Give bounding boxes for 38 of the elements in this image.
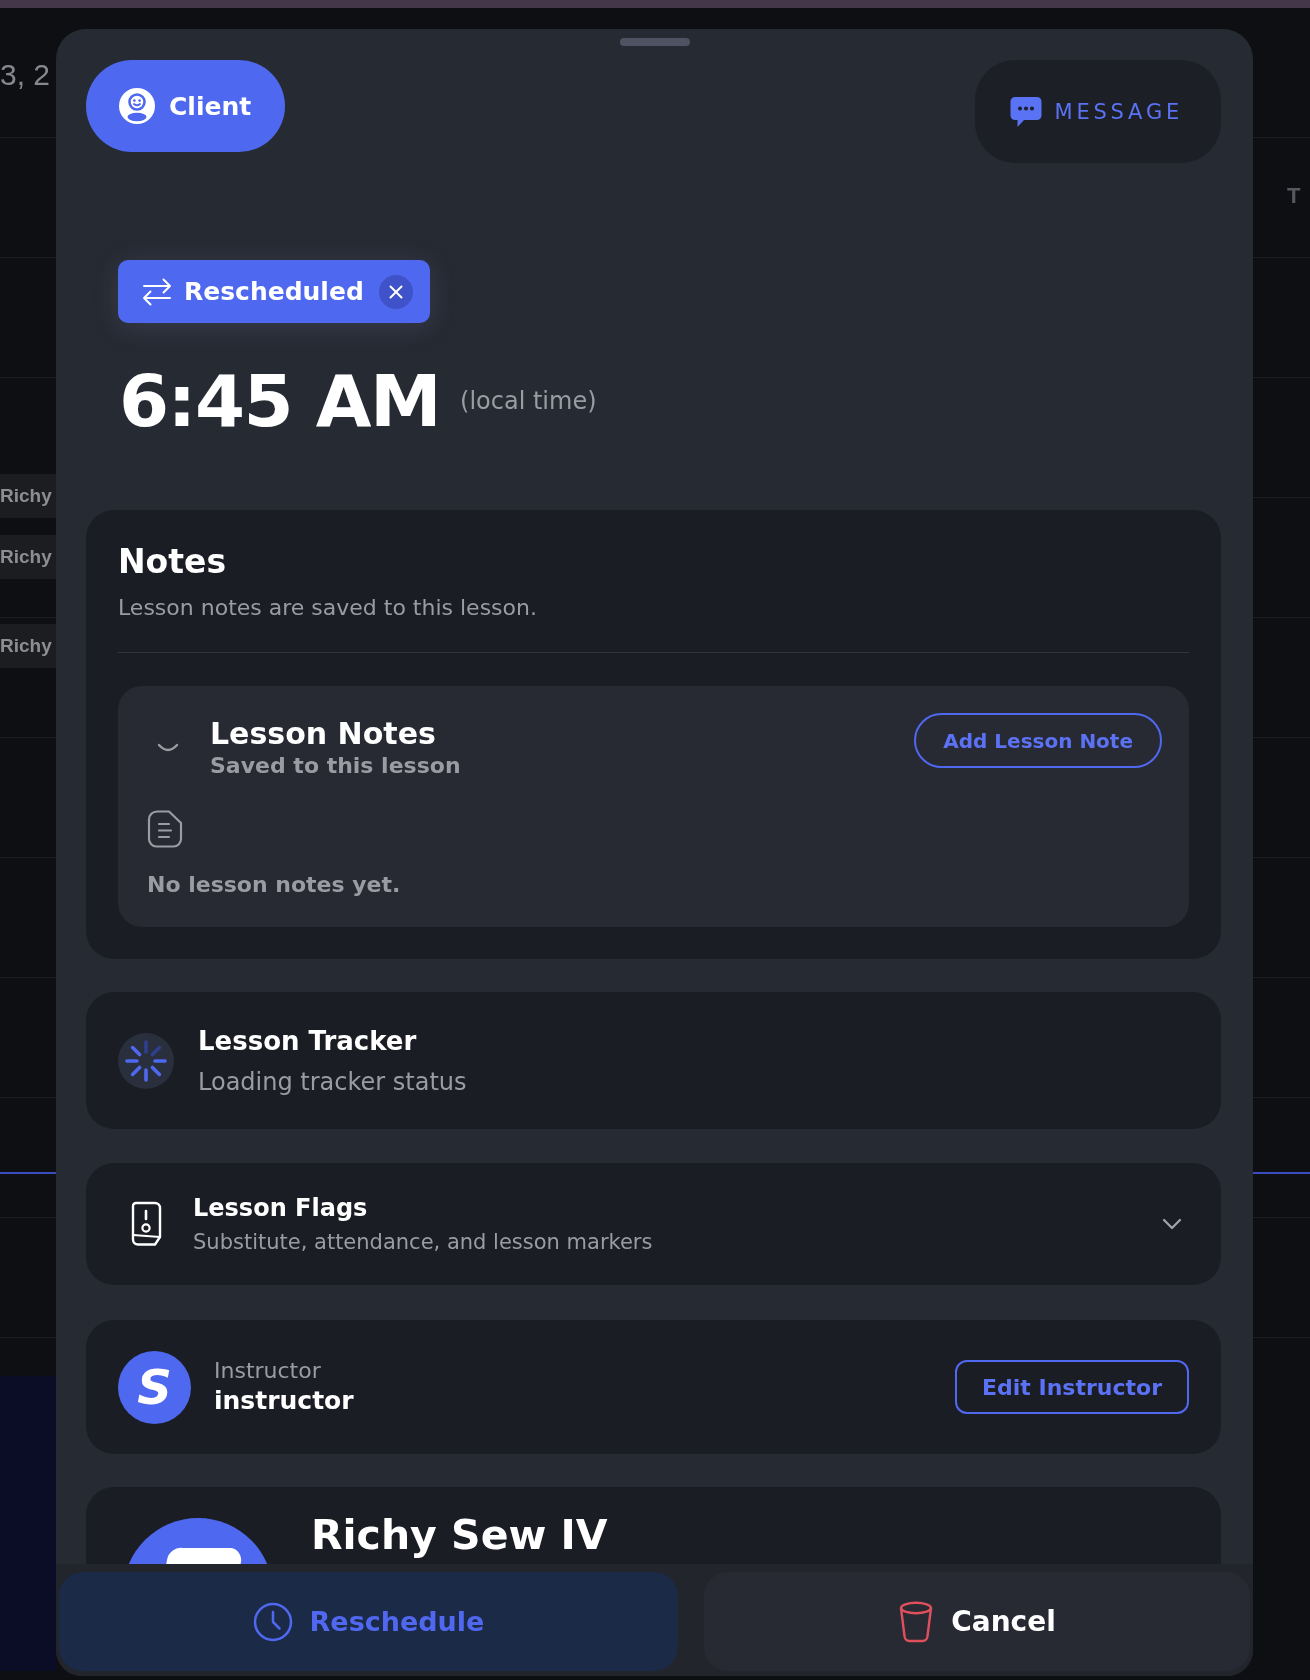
cancel-button[interactable]: Cancel [704, 1572, 1250, 1671]
document-icon [147, 810, 183, 848]
panel-title: Lesson Notes [210, 716, 437, 752]
name-chip[interactable]: Richy [0, 474, 56, 518]
chevron-icon[interactable] [1162, 1218, 1182, 1230]
lesson-flags-row[interactable]: Lesson Flags Substitute, attendance, and lesson markers [86, 1163, 1221, 1285]
section-title: Notes [118, 542, 228, 582]
flags-title: Lesson Flags [193, 1193, 369, 1223]
time-zone-note: (local time) [460, 387, 597, 415]
message-button[interactable]: MESSAGE [974, 60, 1221, 163]
face-icon [119, 88, 155, 124]
reschedule-button[interactable]: Reschedule [59, 1572, 678, 1671]
client-button[interactable]: Client [86, 60, 286, 152]
tracker-status: Loading tracker status [198, 1066, 467, 1097]
bin-icon [898, 1600, 935, 1643]
edit-instructor-button[interactable]: Edit Instructor [955, 1360, 1189, 1414]
clock-icon [252, 1601, 293, 1642]
close-icon [378, 274, 413, 309]
name-chip[interactable]: Richy [0, 624, 56, 668]
close-button[interactable] [378, 274, 413, 309]
panel-subtitle: Saved to this lesson [210, 752, 461, 780]
name-chip[interactable]: Richy [0, 535, 56, 579]
instructor-avatar: S [118, 1350, 191, 1424]
drag-handle[interactable] [619, 38, 690, 46]
flags-subtitle: Substitute, attendance, and lesson markers [193, 1229, 653, 1255]
lesson-time: 6:45 AM [119, 365, 441, 437]
status-label: Rescheduled [184, 277, 364, 306]
instructor-name: instructor [214, 1385, 354, 1417]
section-subtitle: Lesson notes are saved to this lesson. [118, 594, 538, 622]
swap-arrows-icon [142, 277, 172, 306]
chat-bubble-icon [1008, 95, 1043, 128]
empty-state-text: No lesson notes yet. [147, 871, 402, 899]
tracker-title: Lesson Tracker [198, 1024, 418, 1057]
add-note-button[interactable]: Add Lesson Note [914, 713, 1162, 768]
column-header: T [1287, 183, 1302, 209]
instructor-label: Instructor [214, 1357, 322, 1385]
client-name: Richy Sew IV [311, 1511, 608, 1559]
date-text: 3, 2 [0, 57, 52, 93]
